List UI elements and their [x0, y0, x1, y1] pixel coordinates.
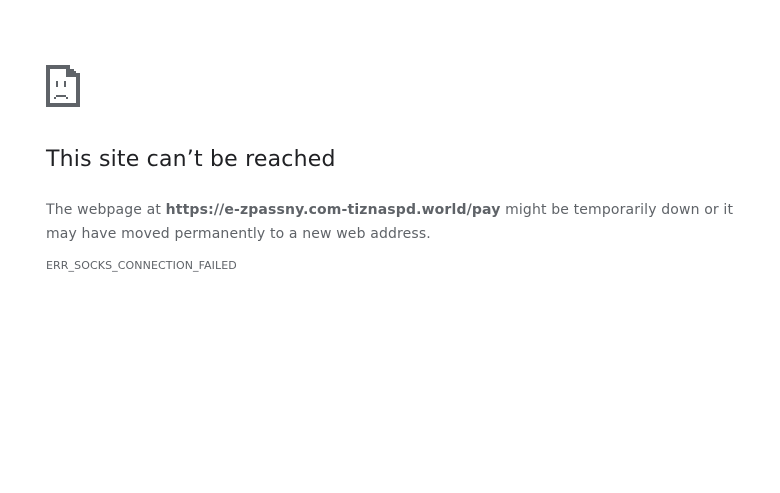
message-prefix: The webpage at	[46, 202, 166, 218]
sad-page-icon	[46, 65, 80, 107]
error-page-content: This site can’t be reached The webpage a…	[46, 65, 746, 274]
error-message: The webpage at https://e-zpassny.com-tiz…	[46, 198, 746, 246]
error-title: This site can’t be reached	[46, 147, 336, 172]
error-code: ERR_SOCKS_CONNECTION_FAILED	[46, 259, 237, 272]
error-url: https://e-zpassny.com-tiznaspd.world/pay	[165, 202, 501, 218]
